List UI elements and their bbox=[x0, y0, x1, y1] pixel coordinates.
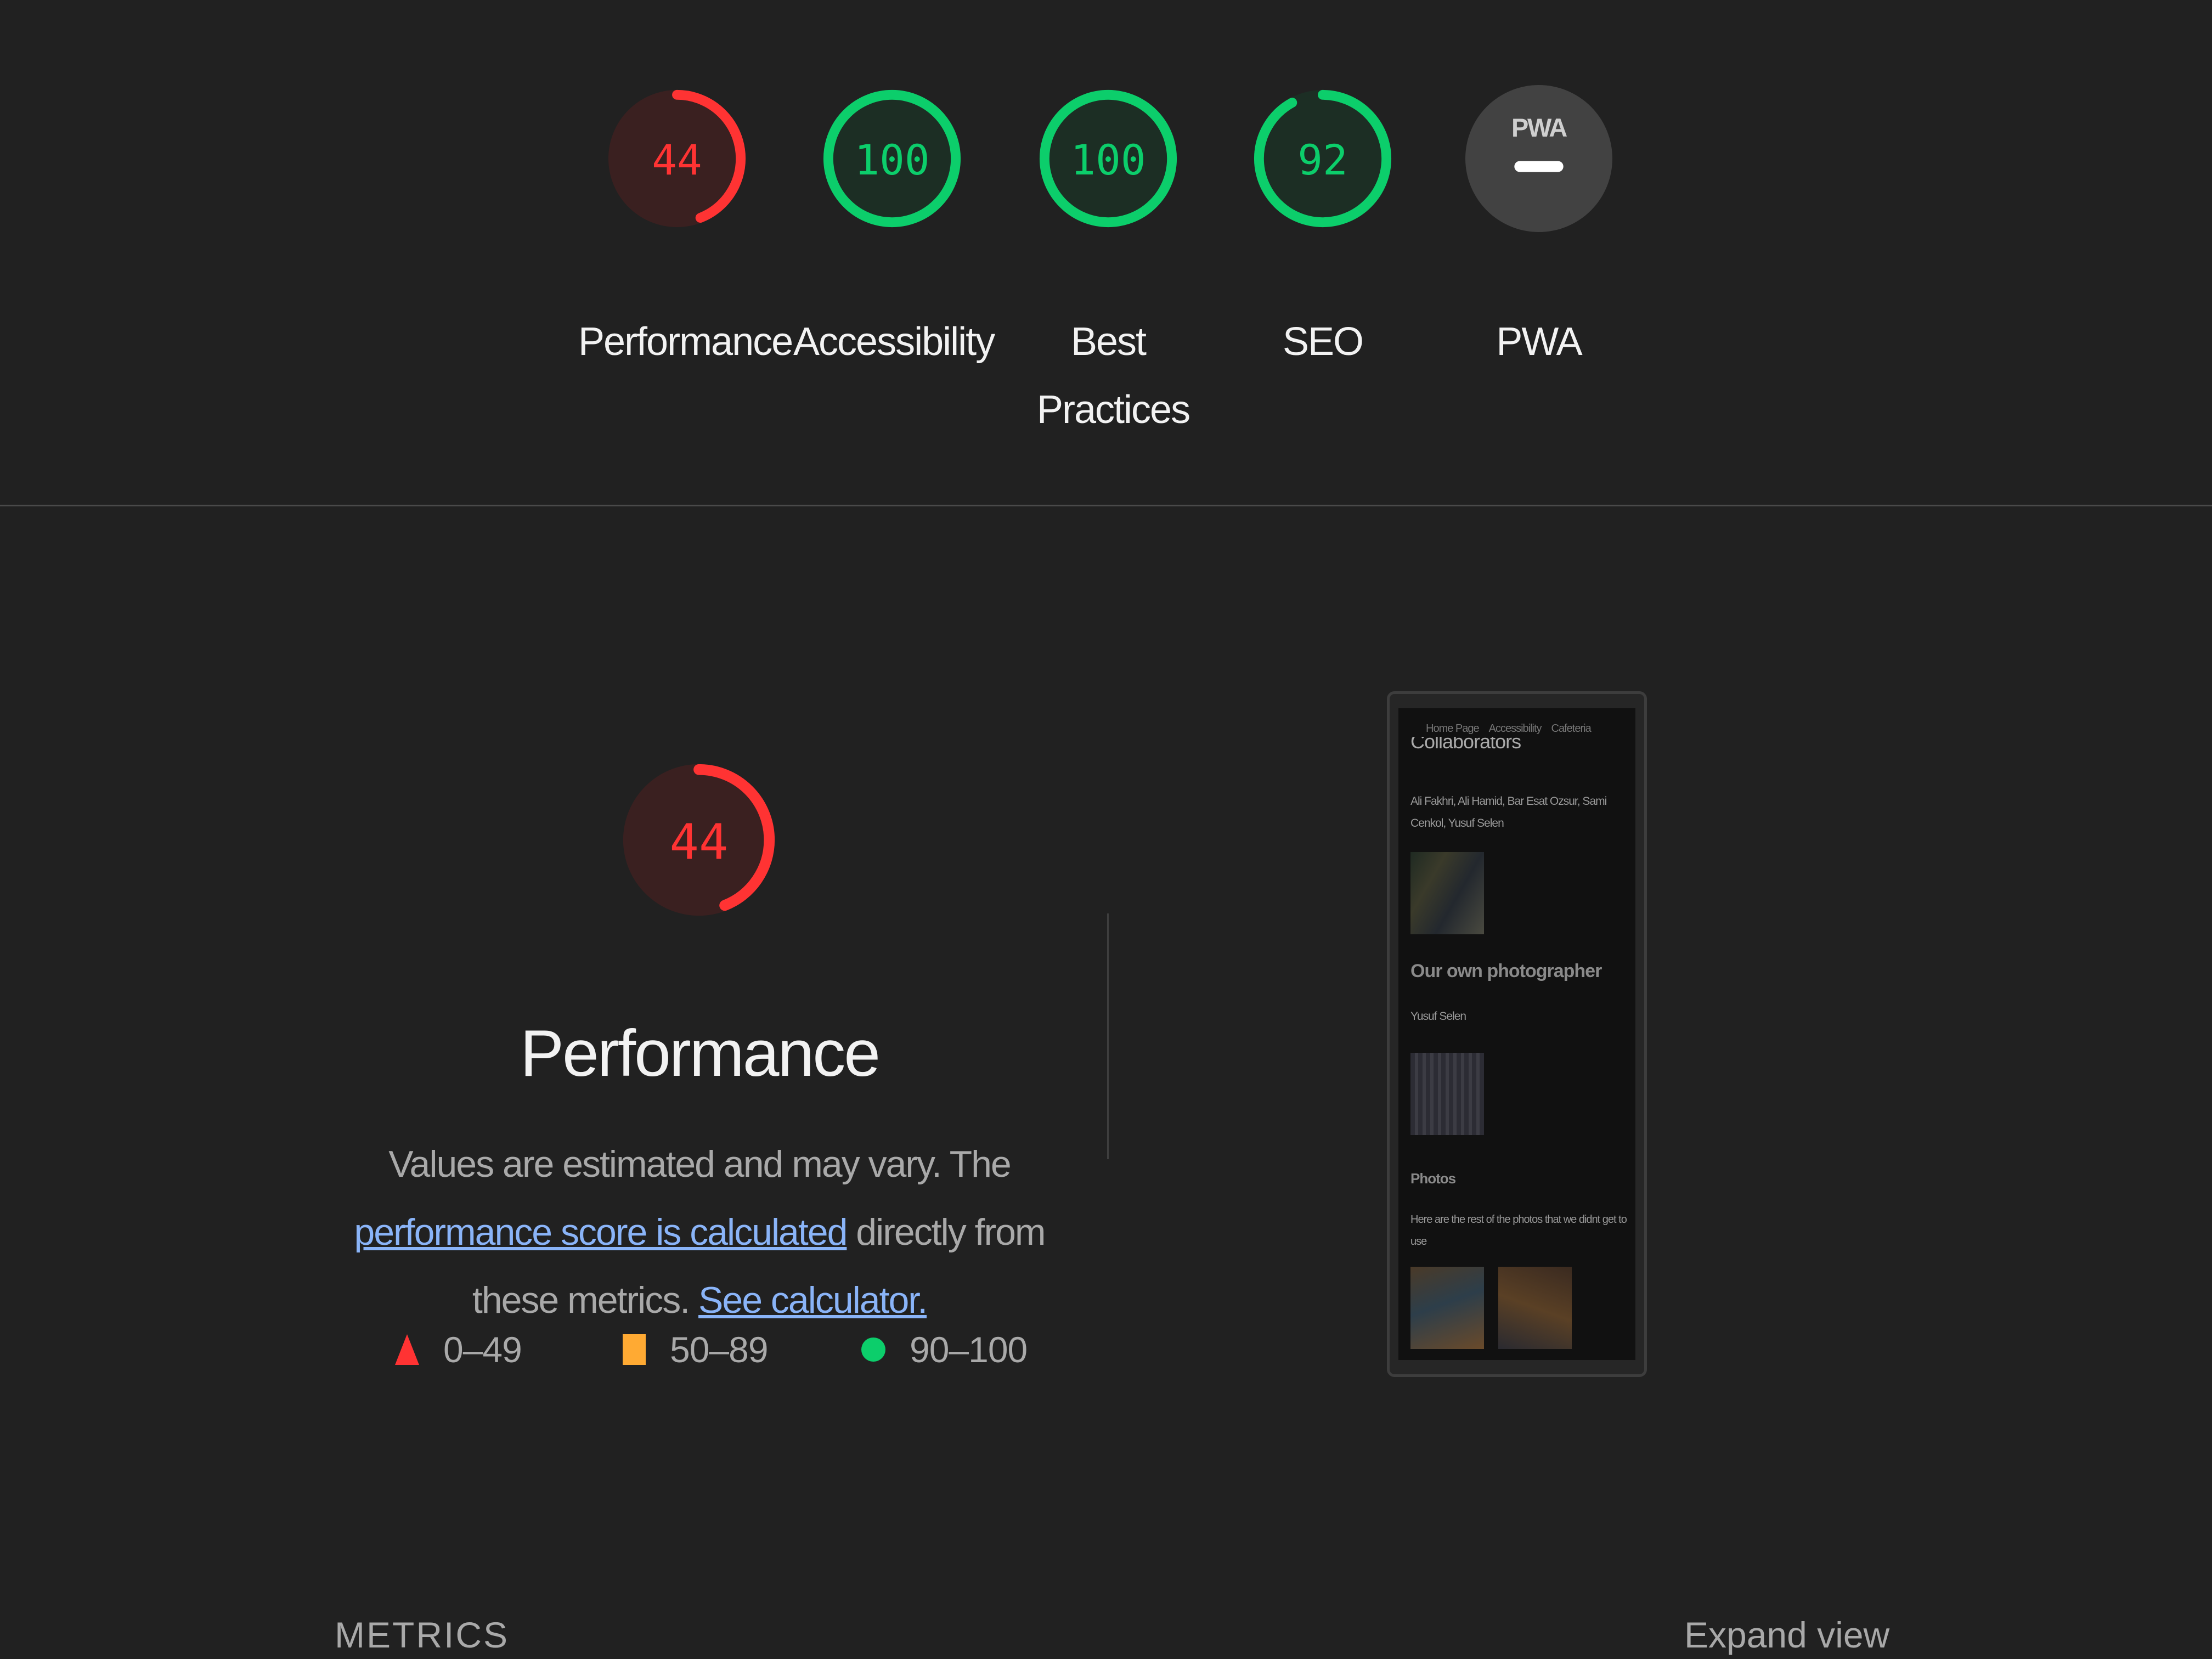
screenshot-content: Home Page Accessibility Cafeteria Collab… bbox=[1398, 708, 1635, 1360]
metrics-heading: METRICS bbox=[335, 1615, 509, 1655]
screenshot-photo bbox=[1410, 852, 1484, 934]
gauge-pwa-chart: PWA bbox=[1465, 85, 1612, 232]
square-icon bbox=[623, 1334, 646, 1365]
gauge-bg bbox=[1465, 85, 1612, 232]
legend-range: 50–89 bbox=[670, 1329, 769, 1370]
final-screenshot[interactable]: Home Page Accessibility Cafeteria Collab… bbox=[1387, 691, 1647, 1377]
performance-title: Performance bbox=[520, 1017, 881, 1090]
gauge-pwa[interactable]: PWA PWA bbox=[1440, 47, 1638, 376]
screenshot-heading: Collaborators bbox=[1410, 737, 1521, 752]
nav-item: Cafeteria bbox=[1551, 723, 1592, 735]
gauge-score: 92 bbox=[1297, 136, 1347, 184]
screenshot-text: Yusuf Selen bbox=[1410, 1010, 1466, 1023]
legend-fail: 0–49 bbox=[395, 1322, 522, 1377]
see-calculator-link[interactable]: See calculator. bbox=[698, 1279, 928, 1321]
score-scale-legend: 0–49 50–89 90–100 bbox=[395, 1322, 1031, 1377]
gauge-accessibility[interactable]: 100 Accessibility bbox=[793, 47, 995, 376]
performance-description: Values are estimated and may vary. The p… bbox=[324, 1130, 1075, 1334]
gauge-performance-chart: 44 bbox=[608, 89, 746, 228]
screenshot-photo bbox=[1410, 1053, 1484, 1135]
gauge-best-practices-chart: 100 bbox=[1039, 89, 1177, 228]
screenshot-photo bbox=[1498, 1267, 1572, 1349]
section-divider bbox=[0, 505, 2212, 506]
gauge-score: 44 bbox=[670, 814, 729, 871]
expand-view-button[interactable]: Expand view bbox=[1684, 1614, 1889, 1656]
gauge-score: 100 bbox=[854, 136, 929, 184]
description-text: Values are estimated and may vary. The bbox=[388, 1143, 1011, 1185]
circle-icon bbox=[861, 1338, 885, 1362]
gauge-best-practices[interactable]: 100 Best Practices bbox=[1009, 47, 1207, 444]
screenshot-heading: Photos bbox=[1410, 1170, 1456, 1187]
legend-pass: 90–100 bbox=[861, 1322, 1028, 1377]
screenshot-nav: Home Page Accessibility Cafeteria bbox=[1426, 723, 1592, 735]
vertical-separator bbox=[1107, 913, 1109, 1159]
legend-range: 90–100 bbox=[910, 1329, 1028, 1370]
gauge-seo-chart: 92 bbox=[1254, 89, 1392, 228]
gauge-label: PWA bbox=[1496, 320, 1582, 364]
gauge-seo[interactable]: 92 SEO bbox=[1224, 47, 1421, 376]
gauge-accessibility-chart: 100 bbox=[823, 89, 961, 228]
pwa-logo-icon: PWA bbox=[1511, 114, 1567, 142]
nav-item: Home Page bbox=[1426, 723, 1480, 735]
triangle-icon bbox=[395, 1334, 419, 1365]
gauge-label: Accessibility bbox=[793, 320, 995, 364]
screenshot-text: Here are the rest of the photos that we … bbox=[1410, 1214, 1627, 1248]
gauge-score: 100 bbox=[1070, 136, 1146, 184]
screenshot-heading: Our own photographer bbox=[1410, 961, 1602, 981]
legend-average: 50–89 bbox=[623, 1322, 769, 1377]
gauge-label: Best Practices bbox=[1037, 320, 1190, 432]
gauge-label: Performance bbox=[578, 320, 793, 364]
gauge-score: 44 bbox=[652, 136, 702, 184]
nav-item: Accessibility bbox=[1488, 723, 1542, 735]
na-dash-icon bbox=[1514, 161, 1564, 172]
gauge-label: SEO bbox=[1282, 320, 1364, 364]
screenshot-photo bbox=[1410, 1267, 1484, 1349]
legend-range: 0–49 bbox=[443, 1329, 522, 1370]
performance-gauge-large: 44 bbox=[623, 764, 775, 916]
score-calculated-link[interactable]: performance score is calculated bbox=[354, 1211, 848, 1253]
category-gauges: 44 Performance 100 Accessibility 100 Bes… bbox=[0, 47, 2212, 442]
screenshot-text: Ali Fakhri, Ali Hamid, Bar Esat Ozsur, S… bbox=[1410, 795, 1607, 830]
gauge-performance[interactable]: 44 Performance bbox=[578, 47, 793, 376]
